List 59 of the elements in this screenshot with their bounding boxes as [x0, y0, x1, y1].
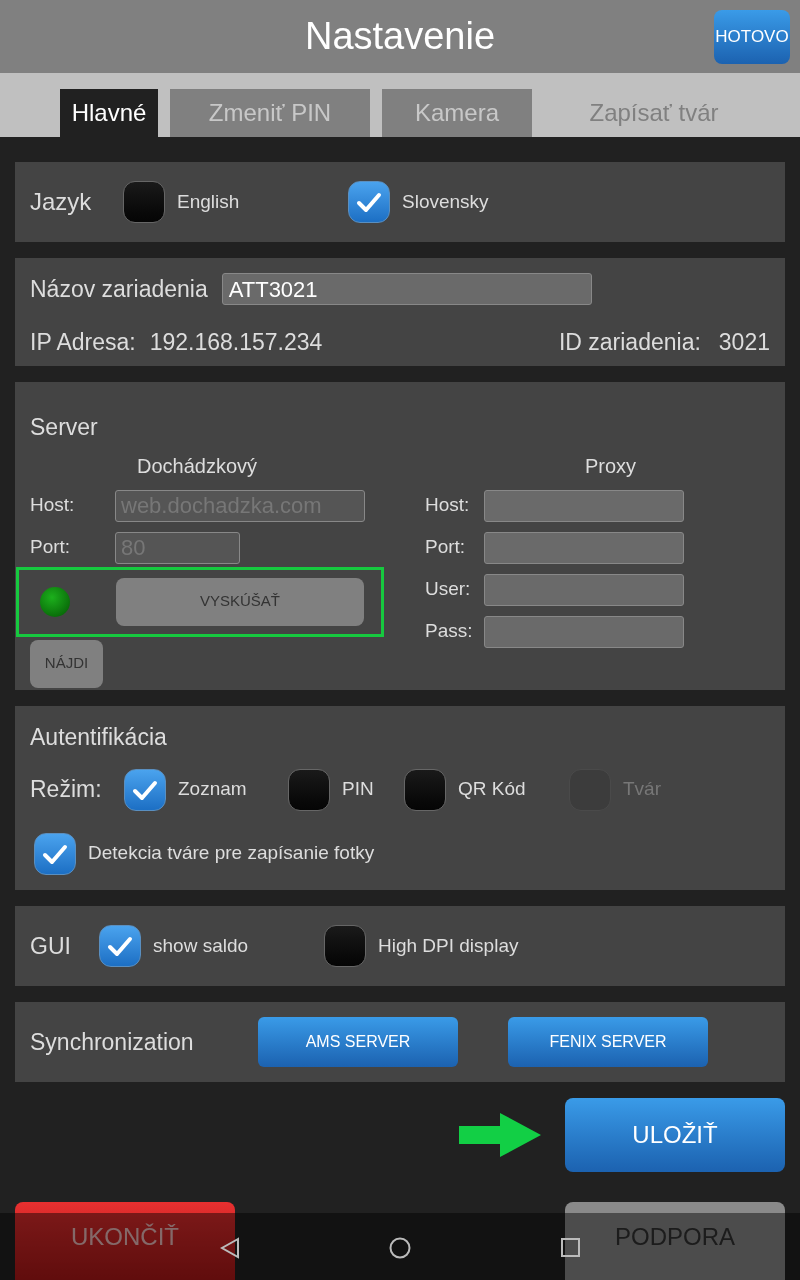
tab[interactable]: Hlavné [60, 89, 158, 137]
text-field[interactable] [484, 489, 684, 522]
field-label: ID zariadenia: [558, 327, 701, 357]
checkbox[interactable] [124, 768, 166, 811]
check-icon [132, 778, 158, 801]
test-button[interactable]: VYSKÚŠAŤ [116, 577, 364, 626]
option-label: High DPI display [378, 933, 519, 958]
checkbox[interactable] [288, 768, 330, 811]
field-label: Port: [425, 535, 467, 560]
done-button[interactable]: HOTOVO [714, 10, 790, 64]
option-label: PIN [342, 777, 374, 802]
option-label: QR Kód [458, 777, 526, 802]
section-label: Autentifikácia [30, 723, 168, 752]
device-id: 3021 [718, 327, 770, 357]
find-button[interactable]: NÁJDI [30, 639, 103, 688]
text-field[interactable] [484, 531, 684, 564]
tab[interactable]: Kamera [382, 89, 532, 137]
check-icon [42, 842, 68, 865]
quit-button[interactable]: UKONČIŤ [15, 1202, 235, 1280]
checkbox[interactable] [404, 768, 446, 811]
section-label: Server [30, 413, 99, 442]
sync-button[interactable]: AMS SERVER [258, 1017, 458, 1067]
field-label: Host: [425, 493, 471, 518]
field-label: User: [425, 577, 472, 602]
ip-address: 192.168.157.234 [149, 327, 323, 357]
section-label: Synchronization [30, 1027, 195, 1057]
field-label: IP Adresa: [30, 327, 136, 357]
arrow-icon [459, 1113, 541, 1157]
checkbox[interactable] [324, 925, 366, 967]
text-field[interactable] [484, 573, 684, 606]
back-icon[interactable] [220, 1237, 240, 1259]
text-field[interactable] [484, 615, 684, 648]
field-label: Port: [30, 535, 72, 560]
column-heading: Proxy [584, 453, 638, 479]
window-title: Nastavenie [304, 14, 496, 60]
recent-apps-icon[interactable] [561, 1238, 580, 1257]
checkbox[interactable] [34, 832, 76, 875]
field-label: Režim: [30, 775, 103, 805]
device-name-field[interactable]: ATT3021 [221, 273, 592, 306]
checkbox[interactable] [348, 181, 390, 223]
check-icon [107, 935, 133, 957]
section-label: GUI [30, 931, 72, 961]
option-label: English [177, 189, 240, 214]
tab[interactable]: Zmeniť PIN [170, 89, 370, 137]
checkbox[interactable] [99, 925, 141, 967]
option-label: Detekcia tváre pre zapísanie fotky [88, 841, 375, 866]
column-heading: Dochádzkový [136, 453, 259, 479]
save-button[interactable]: ULOŽIŤ [565, 1098, 785, 1172]
section-label: Jazyk [30, 187, 93, 217]
option-label: Zoznam [178, 777, 247, 802]
field-label: Host: [30, 493, 76, 518]
field-label: Pass: [425, 619, 474, 644]
field-label: Názov zariadenia [30, 275, 208, 304]
option-label: Slovensky [402, 189, 489, 214]
check-icon [356, 191, 382, 213]
home-icon[interactable] [389, 1237, 411, 1259]
sync-button[interactable]: FENIX SERVER [508, 1017, 708, 1067]
checkbox[interactable] [123, 181, 165, 223]
option-label: show saldo [153, 933, 249, 958]
